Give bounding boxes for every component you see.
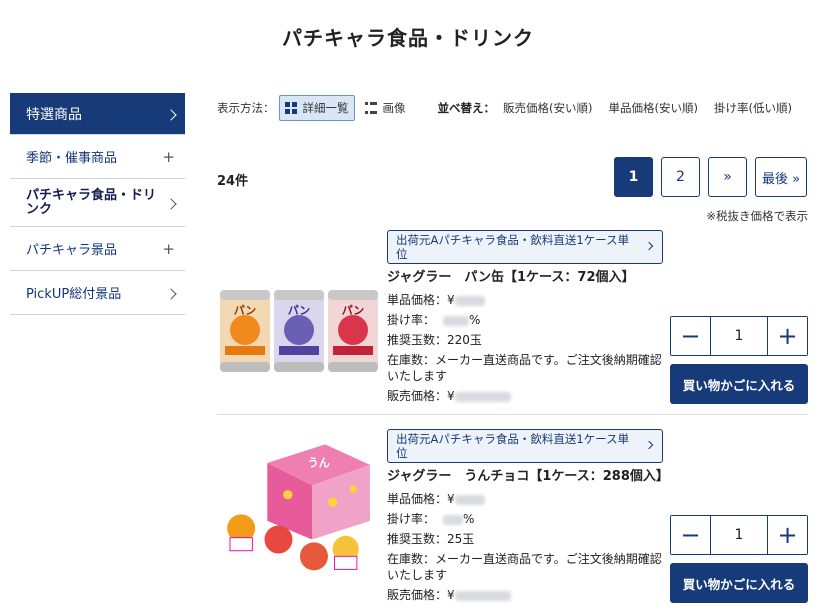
view-detail-button[interactable]: 詳細一覧 — [278, 95, 355, 121]
grid-view-icon — [284, 102, 297, 114]
page-2-button[interactable]: 2 — [661, 157, 700, 197]
quantity-input[interactable] — [711, 317, 767, 355]
add-to-cart-button[interactable]: 買い物かごに入れる — [670, 364, 808, 404]
page-title: パチキャラ食品・ドリンク — [282, 26, 534, 50]
shipping-source-link[interactable]: 出荷元Aパチキャラ食品・飲料直送1ケース単位 — [387, 230, 663, 264]
category-sidebar: 特選商品 季節・催事商品 + パチキャラ食品・ドリンク パチキャラ景品 + Pi… — [10, 93, 185, 315]
quantity-stepper: − + — [670, 515, 808, 555]
sale-price: 販売価格：¥ — [387, 386, 669, 406]
redacted-value — [454, 590, 511, 601]
chevron-right-icon — [165, 105, 177, 123]
sidebar-item-label: 季節・催事商品 — [26, 151, 118, 166]
redacted-value — [443, 315, 470, 326]
recommended-balls: 推奨玉数：220玉 — [387, 333, 482, 347]
sidebar-item-seasonal[interactable]: 季節・催事商品 + — [10, 135, 185, 179]
stock-status: 在庫数：メーカー直送商品です。ご注文後納期確認いたします — [387, 552, 662, 582]
rate: 掛け率：% — [387, 310, 669, 330]
sidebar-item-label: 特選商品 — [26, 106, 82, 123]
view-image-label: 画像 — [382, 101, 406, 115]
product-row: うん 出荷元Aパチキャラ食品・飲料直送1ケース単位 ジャグラー うんチョコ【1ケ… — [217, 414, 808, 610]
list-view-icon — [364, 102, 377, 114]
svg-text:うん: うん — [307, 457, 329, 470]
rate-suffix: % — [463, 512, 475, 526]
chevron-right-icon — [644, 440, 654, 450]
sort-by-unit-price[interactable]: 単品価格(安い順) — [608, 100, 697, 116]
product-info: 出荷元Aパチキャラ食品・飲料直送1ケース単位 ジャグラー うんチョコ【1ケース：… — [387, 429, 669, 605]
stock-status: 在庫数：メーカー直送商品です。ご注文後納期確認いたします — [387, 353, 662, 383]
unit-price: 単品価格：¥ — [387, 489, 669, 509]
quantity-input[interactable] — [711, 516, 767, 554]
sidebar-item-label: PickUP総付景品 — [26, 287, 122, 302]
shipping-source-link[interactable]: 出荷元Aパチキャラ食品・飲料直送1ケース単位 — [387, 429, 663, 463]
add-to-cart-button[interactable]: 買い物かごに入れる — [670, 563, 808, 603]
sort-by-rate[interactable]: 掛け率(低い順) — [714, 100, 792, 116]
product-info: 出荷元Aパチキャラ食品・飲料直送1ケース単位 ジャグラー パン缶【1ケース：72… — [387, 230, 669, 406]
display-mode-label: 表示方法： — [217, 101, 275, 115]
sidebar-item-label: パチキャラ食品・ドリンク — [26, 187, 157, 217]
recommended-balls: 推奨玉数：25玉 — [387, 532, 475, 546]
pagination: 1 2 » 最後 » — [614, 157, 807, 197]
page-1-button[interactable]: 1 — [614, 157, 653, 197]
rate-label: 掛け率： — [387, 512, 436, 526]
rate-suffix: % — [469, 313, 481, 327]
increase-quantity-button[interactable]: + — [767, 516, 807, 554]
sort-by-price[interactable]: 販売価格(安い順) — [503, 100, 592, 116]
rate-label: 掛け率： — [387, 313, 436, 327]
next-page-button[interactable]: » — [708, 157, 747, 197]
chevron-right-icon — [644, 241, 654, 251]
list-toolbar: 表示方法： 詳細一覧 画像 並べ替え： 販売価格(安い順) 単品価格(安い順) … — [217, 94, 808, 122]
shipping-source-label: 出荷元Aパチキャラ食品・飲料直送1ケース単位 — [396, 432, 630, 460]
unit-price-label: 単品価格：¥ — [387, 293, 455, 307]
sidebar-item-food-drink[interactable]: パチキャラ食品・ドリンク — [10, 179, 185, 227]
increase-quantity-button[interactable]: + — [767, 317, 807, 355]
sidebar-item-featured[interactable]: 特選商品 — [10, 93, 185, 135]
product-name[interactable]: ジャグラー うんチョコ【1ケース：288個入】 — [387, 467, 669, 487]
sidebar-item-prizes[interactable]: パチキャラ景品 + — [10, 227, 185, 271]
redacted-value — [454, 295, 485, 306]
sort-label: 並べ替え： — [437, 101, 496, 115]
sale-price-label: 販売価格：¥ — [387, 588, 455, 602]
shipping-source-label: 出荷元Aパチキャラ食品・飲料直送1ケース単位 — [396, 233, 630, 261]
product-name[interactable]: ジャグラー パン缶【1ケース：72個入】 — [387, 268, 669, 288]
product-row: パン パン パン 出荷元Aパチキャラ食品・飲料直送1ケース単位 ジャグラー パン… — [217, 214, 808, 414]
sidebar-item-label: パチキャラ景品 — [26, 243, 118, 258]
product-image[interactable]: パン パン パン — [217, 262, 382, 402]
view-detail-label: 詳細一覧 — [302, 101, 349, 115]
last-page-button[interactable]: 最後 » — [755, 157, 807, 197]
view-image-button[interactable]: 画像 — [359, 95, 412, 121]
svg-text:パン: パン — [234, 304, 257, 317]
product-image[interactable]: うん — [217, 435, 382, 575]
redacted-value — [454, 494, 485, 505]
chevron-right-icon — [165, 284, 177, 302]
svg-text:パン: パン — [342, 304, 365, 317]
plus-icon: + — [162, 147, 175, 166]
decrease-quantity-button[interactable]: − — [671, 317, 711, 355]
chevron-right-icon — [165, 196, 177, 210]
redacted-value — [454, 391, 511, 402]
quantity-stepper: − + — [670, 316, 808, 356]
decrease-quantity-button[interactable]: − — [671, 516, 711, 554]
unit-price-label: 単品価格：¥ — [387, 492, 455, 506]
sidebar-item-pickup[interactable]: PickUP総付景品 — [10, 271, 185, 315]
sale-price: 販売価格：¥ — [387, 585, 669, 605]
plus-icon: + — [162, 239, 175, 258]
result-count: 24件 — [217, 174, 249, 189]
redacted-value — [443, 514, 464, 525]
unit-price: 単品価格：¥ — [387, 290, 669, 310]
rate: 掛け率：% — [387, 509, 669, 529]
svg-text:パン: パン — [288, 304, 311, 317]
sale-price-label: 販売価格：¥ — [387, 389, 455, 403]
